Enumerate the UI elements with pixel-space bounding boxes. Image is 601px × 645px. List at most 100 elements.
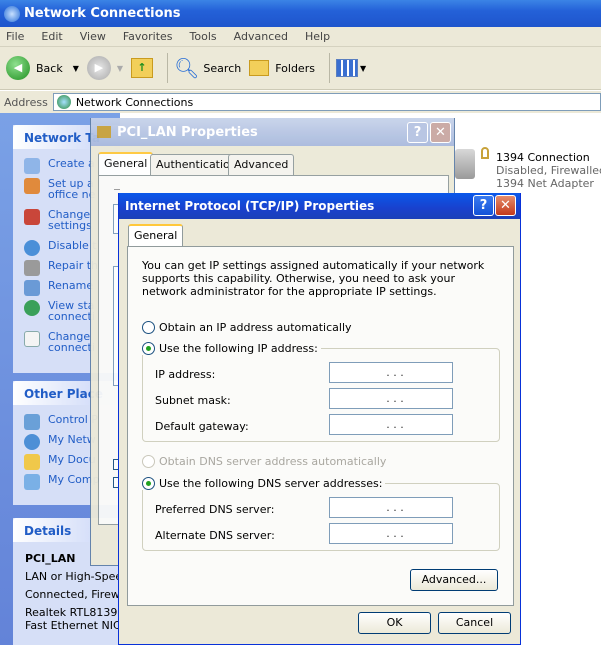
ip-manual-radio[interactable]: Use the following IP address: bbox=[142, 342, 321, 355]
obscured-label bbox=[114, 189, 120, 190]
folders-button[interactable]: Folders bbox=[249, 60, 315, 76]
ip-auto-radio[interactable]: Obtain an IP address automatically bbox=[142, 321, 352, 334]
subnet-mask-label: Subnet mask: bbox=[155, 394, 231, 407]
details-line: LAN or High-Speed bbox=[25, 570, 120, 583]
my-documents-icon bbox=[24, 454, 40, 470]
alternate-dns-label: Alternate DNS server: bbox=[155, 529, 275, 542]
tcpip-properties-dialog: Internet Protocol (TCP/IP) Properties ? … bbox=[118, 193, 521, 645]
menu-edit[interactable]: Edit bbox=[41, 30, 62, 43]
toolbar-separator bbox=[167, 53, 169, 83]
details-line: Realtek RTL8139 F bbox=[25, 606, 120, 619]
tcp-dialog-titlebar: Internet Protocol (TCP/IP) Properties bbox=[119, 193, 520, 219]
menu-advanced[interactable]: Advanced bbox=[234, 30, 288, 43]
menu-bar: File Edit View Favorites Tools Advanced … bbox=[0, 27, 601, 47]
forward-dropdown-icon: ▼ bbox=[116, 63, 124, 73]
tcp-dialog-title: Internet Protocol (TCP/IP) Properties bbox=[125, 199, 375, 213]
radio-label: Obtain DNS server address automatically bbox=[159, 455, 387, 468]
status-icon bbox=[24, 300, 40, 316]
task-label: Rename bbox=[48, 279, 94, 292]
address-value: Network Connections bbox=[75, 95, 194, 109]
search-label: Search bbox=[203, 61, 242, 75]
tab-general[interactable]: General bbox=[128, 224, 184, 247]
network-connections-icon bbox=[4, 5, 20, 22]
menu-tools[interactable]: Tools bbox=[190, 30, 217, 43]
views-button[interactable]: ▼ bbox=[335, 59, 367, 77]
folders-icon bbox=[249, 60, 270, 76]
address-field[interactable]: Network Connections bbox=[52, 93, 601, 111]
menu-file[interactable]: File bbox=[6, 30, 24, 43]
toolbar: ◀ Back ▼ ▶ ▼ ↑ 🔍︎ Search Folders ▼ bbox=[0, 47, 601, 90]
subnet-mask-field[interactable]: . . . bbox=[329, 388, 453, 409]
new-connection-icon bbox=[24, 158, 40, 174]
rename-icon bbox=[24, 280, 40, 296]
advanced-button[interactable]: Advanced... bbox=[410, 569, 498, 591]
back-arrow-icon: ◀ bbox=[6, 56, 30, 80]
properties-icon bbox=[24, 331, 40, 347]
connection-status: Disabled, Firewalled bbox=[496, 164, 601, 177]
home-network-icon bbox=[24, 178, 40, 194]
help-button[interactable]: ? bbox=[407, 122, 428, 143]
views-icon bbox=[335, 59, 358, 77]
radio-indicator bbox=[142, 455, 155, 468]
alternate-dns-field[interactable]: . . . bbox=[329, 523, 453, 544]
close-button[interactable]: ✕ bbox=[495, 195, 516, 216]
radio-indicator bbox=[142, 342, 155, 355]
cancel-button[interactable]: Cancel bbox=[438, 612, 511, 634]
task-label: settings bbox=[48, 219, 92, 232]
network-connections-icon bbox=[56, 95, 71, 109]
network-connection-1394[interactable]: 1394 Connection Disabled, Firewalled 139… bbox=[455, 147, 601, 197]
disable-icon bbox=[24, 240, 40, 256]
default-gateway-label: Default gateway: bbox=[155, 420, 249, 433]
forward-arrow-icon: ▶ bbox=[86, 56, 111, 80]
ip-dots: . . . bbox=[386, 418, 404, 431]
search-icon: 🔍︎ bbox=[174, 56, 200, 80]
firewall-lock-icon bbox=[481, 147, 489, 159]
tab-advanced[interactable]: Advanced bbox=[228, 154, 295, 175]
details-line: Connected, Firewa bbox=[25, 588, 120, 601]
window-title: Network Connections bbox=[24, 6, 181, 21]
dns-manual-radio[interactable]: Use the following DNS server addresses: bbox=[142, 477, 386, 490]
ip-address-label: IP address: bbox=[155, 368, 216, 381]
my-computer-icon bbox=[24, 474, 40, 490]
help-button[interactable]: ? bbox=[473, 195, 494, 216]
radio-indicator bbox=[142, 321, 155, 334]
menu-view[interactable]: View bbox=[80, 30, 106, 43]
folders-label: Folders bbox=[275, 61, 315, 75]
address-label: Address bbox=[4, 95, 48, 109]
back-dropdown-icon[interactable]: ▼ bbox=[73, 64, 79, 73]
task-label: connecti bbox=[48, 310, 95, 323]
ip-dots: . . . bbox=[386, 527, 404, 540]
place-label: My Docu bbox=[48, 453, 96, 466]
radio-indicator bbox=[142, 477, 155, 490]
preferred-dns-label: Preferred DNS server: bbox=[155, 503, 275, 516]
window-titlebar: Network Connections bbox=[0, 0, 601, 27]
menu-help[interactable]: Help bbox=[305, 30, 330, 43]
radio-label: Use the following DNS server addresses: bbox=[159, 477, 383, 490]
back-button[interactable]: ◀ Back ▼ bbox=[6, 56, 79, 80]
search-button[interactable]: 🔍︎ Search bbox=[174, 56, 241, 80]
place-label: My Netw bbox=[48, 433, 96, 446]
back-label: Back bbox=[36, 61, 63, 75]
radio-label: Use the following IP address: bbox=[159, 342, 318, 355]
preferred-dns-field[interactable]: . . . bbox=[329, 497, 453, 518]
close-button[interactable]: ✕ bbox=[430, 122, 451, 143]
tab-general[interactable]: General bbox=[98, 152, 154, 175]
views-dropdown-icon: ▼ bbox=[359, 63, 367, 73]
ip-address-field[interactable]: . . . bbox=[329, 362, 453, 383]
forward-button[interactable]: ▶ ▼ bbox=[86, 56, 124, 80]
ok-button[interactable]: OK bbox=[358, 612, 431, 634]
repair-wrench-icon bbox=[24, 260, 40, 276]
default-gateway-field[interactable]: . . . bbox=[329, 414, 453, 435]
menu-favorites[interactable]: Favorites bbox=[123, 30, 173, 43]
my-network-icon bbox=[24, 434, 40, 450]
ip-dots: . . . bbox=[386, 392, 404, 405]
dns-auto-radio[interactable]: Obtain DNS server address automatically bbox=[142, 455, 386, 468]
address-bar: Address Network Connections bbox=[0, 91, 601, 113]
up-folder-button[interactable]: ↑ bbox=[131, 58, 154, 78]
ip-dots: . . . bbox=[386, 366, 404, 379]
connection-name: 1394 Connection bbox=[496, 151, 590, 164]
task-label: connecti bbox=[48, 341, 95, 354]
toolbar-separator bbox=[328, 53, 330, 83]
ip-dots: . . . bbox=[386, 501, 404, 514]
pci-dialog-title: PCI_LAN Properties bbox=[117, 124, 258, 140]
